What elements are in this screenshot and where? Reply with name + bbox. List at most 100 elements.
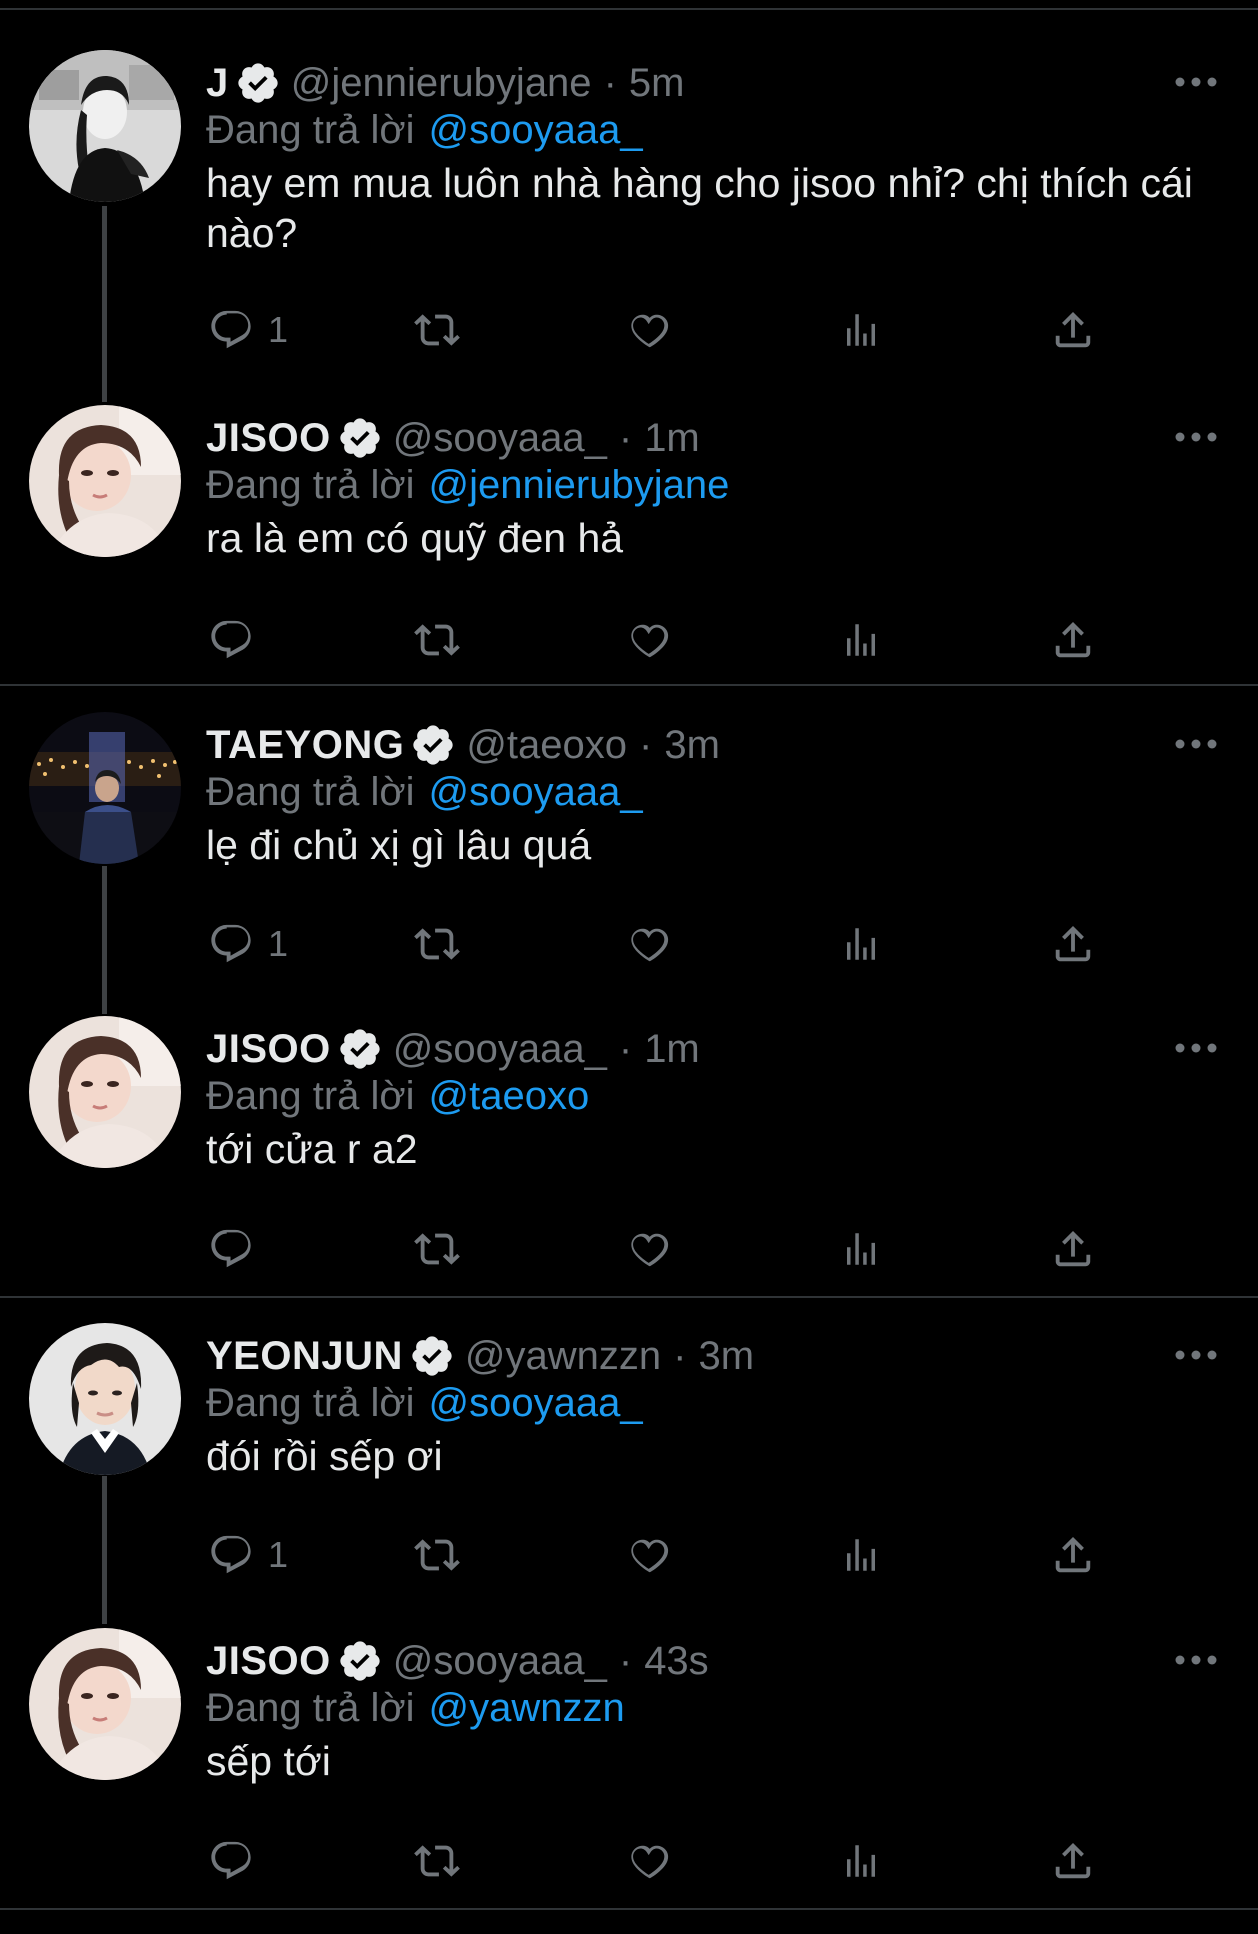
share-button[interactable] xyxy=(1050,1529,1096,1581)
handle[interactable]: @yawnzzn xyxy=(465,1327,661,1385)
display-name[interactable]: JISOO xyxy=(206,1020,331,1078)
handle[interactable]: @sooyaaa_ xyxy=(393,409,607,467)
share-icon xyxy=(1055,1842,1091,1879)
reply-icon xyxy=(211,620,251,659)
share-button[interactable] xyxy=(1050,614,1096,666)
like-button[interactable] xyxy=(624,614,672,666)
like-button[interactable] xyxy=(624,304,672,356)
more-horizontal-icon[interactable] xyxy=(1174,427,1218,447)
separator-dot: · xyxy=(673,1334,687,1378)
reply-button[interactable] xyxy=(208,1835,268,1887)
share-button[interactable] xyxy=(1050,1835,1096,1887)
retweet-button[interactable] xyxy=(412,918,462,970)
tweet-text: ra là em có quỹ đen hả xyxy=(206,515,624,561)
more-horizontal-icon[interactable] xyxy=(1174,1650,1218,1670)
separator-dot: · xyxy=(618,416,633,460)
share-button[interactable] xyxy=(1050,918,1096,970)
avatar-yawnzzn[interactable] xyxy=(29,1323,181,1475)
replying-to-link[interactable]: @taeoxo xyxy=(429,1074,590,1118)
tweet[interactable]: YEONJUN @yawnzzn · 3m Đang trả lời @sooya… xyxy=(0,1323,1258,1629)
reply-button[interactable]: 1 xyxy=(208,304,288,356)
display-name[interactable]: TAEYONG xyxy=(206,716,404,774)
more-horizontal-icon[interactable] xyxy=(1174,1038,1218,1058)
like-button[interactable] xyxy=(624,1835,672,1887)
handle[interactable]: @sooyaaa_ xyxy=(393,1020,607,1078)
timestamp[interactable]: 1m xyxy=(644,409,700,467)
views-button[interactable] xyxy=(840,1529,882,1581)
tweet-header: YEONJUN @yawnzzn · 3m xyxy=(206,1327,754,1385)
verified-badge-icon xyxy=(340,418,380,458)
display-name[interactable]: JISOO xyxy=(206,1632,331,1690)
like-icon xyxy=(631,314,669,348)
avatar-sooyaaa[interactable] xyxy=(29,405,181,557)
like-button[interactable] xyxy=(624,1529,672,1581)
tweet-text: lẹ đi chủ xị gì lâu quá xyxy=(206,822,592,868)
replying-to-link[interactable]: @yawnzzn xyxy=(429,1686,625,1730)
more-horizontal-icon[interactable] xyxy=(1174,1345,1218,1365)
retweet-button[interactable] xyxy=(412,1529,462,1581)
tweet-header: TAEYONG @taeoxo · 3m xyxy=(206,716,720,774)
like-icon xyxy=(631,1845,669,1879)
tweet-text: tới cửa r a2 xyxy=(206,1126,418,1172)
replying-to: Đang trả lời @yawnzzn xyxy=(206,1683,625,1733)
handle[interactable]: @sooyaaa_ xyxy=(393,1632,607,1690)
avatar-sooyaaa[interactable] xyxy=(29,1016,181,1168)
like-button[interactable] xyxy=(624,918,672,970)
tweet[interactable]: J @jennierubyjane · 5m Đang trả lời @sooy… xyxy=(0,50,1258,356)
tweet[interactable]: JISOO @sooyaaa_ · 1m Đang trả lời @taeoxo… xyxy=(0,1016,1258,1322)
retweet-button[interactable] xyxy=(412,614,462,666)
reply-button[interactable] xyxy=(208,614,268,666)
timestamp[interactable]: 3m xyxy=(664,716,720,774)
share-button[interactable] xyxy=(1050,1223,1096,1275)
tweet[interactable]: TAEYONG @taeoxo · 3m Đang trả lời @sooyaa… xyxy=(0,712,1258,1018)
views-button[interactable] xyxy=(840,1223,882,1275)
retweet-button[interactable] xyxy=(412,304,462,356)
conversation-divider xyxy=(0,1296,1258,1298)
tweet[interactable]: JISOO @sooyaaa_ · 1m Đang trả lời @jennie… xyxy=(0,405,1258,711)
replying-to: Đang trả lời @sooyaaa_ xyxy=(206,767,643,817)
display-name[interactable]: YEONJUN xyxy=(206,1327,403,1385)
views-icon xyxy=(847,1233,875,1265)
reply-button[interactable]: 1 xyxy=(208,1529,288,1581)
retweet-button[interactable] xyxy=(412,1223,462,1275)
separator-dot: · xyxy=(639,723,653,767)
share-icon xyxy=(1055,925,1091,962)
replying-to-link[interactable]: @jennierubyjane xyxy=(429,463,730,507)
reply-count: 1 xyxy=(268,923,289,964)
replying-to-link[interactable]: @sooyaaa_ xyxy=(429,770,643,814)
views-icon xyxy=(847,624,875,656)
handle[interactable]: @taeoxo xyxy=(466,716,627,774)
separator-dot: · xyxy=(618,1639,633,1683)
tweet[interactable]: JISOO @sooyaaa_ · 43s Đang trả lời @yawnz… xyxy=(0,1628,1258,1934)
reply-button[interactable]: 1 xyxy=(208,918,288,970)
tweet-text: hay em mua luôn nhà hàng cho jisoo nhỉ? … xyxy=(206,160,1193,256)
replying-to-link[interactable]: @sooyaaa_ xyxy=(429,1381,643,1425)
avatar-taeoxo[interactable] xyxy=(29,712,181,864)
reply-button[interactable] xyxy=(208,1223,268,1275)
views-icon xyxy=(847,314,875,346)
timestamp[interactable]: 3m xyxy=(698,1327,754,1385)
more-horizontal-icon[interactable] xyxy=(1174,734,1218,754)
avatar-jennierubyjane[interactable] xyxy=(29,50,181,202)
verified-badge-icon xyxy=(413,725,453,765)
timestamp[interactable]: 43s xyxy=(644,1632,709,1690)
more-horizontal-icon[interactable] xyxy=(1174,72,1218,92)
share-button[interactable] xyxy=(1050,304,1096,356)
views-button[interactable] xyxy=(840,304,882,356)
retweet-button[interactable] xyxy=(412,1835,462,1887)
replying-to: Đang trả lời @taeoxo xyxy=(206,1071,589,1121)
replying-to-link[interactable]: @sooyaaa_ xyxy=(429,108,643,152)
timestamp[interactable]: 1m xyxy=(644,1020,700,1078)
views-button[interactable] xyxy=(840,1835,882,1887)
handle[interactable]: @jennierubyjane xyxy=(291,54,592,112)
views-button[interactable] xyxy=(840,614,882,666)
like-button[interactable] xyxy=(624,1223,672,1275)
display-name[interactable]: JISOO xyxy=(206,409,331,467)
top-divider xyxy=(0,8,1258,10)
timestamp[interactable]: 5m xyxy=(629,54,685,112)
replying-label: Đang trả lời xyxy=(206,1074,415,1118)
share-icon xyxy=(1055,1230,1091,1267)
display-name[interactable]: J xyxy=(206,54,229,112)
avatar-sooyaaa[interactable] xyxy=(29,1628,181,1780)
views-button[interactable] xyxy=(840,918,882,970)
